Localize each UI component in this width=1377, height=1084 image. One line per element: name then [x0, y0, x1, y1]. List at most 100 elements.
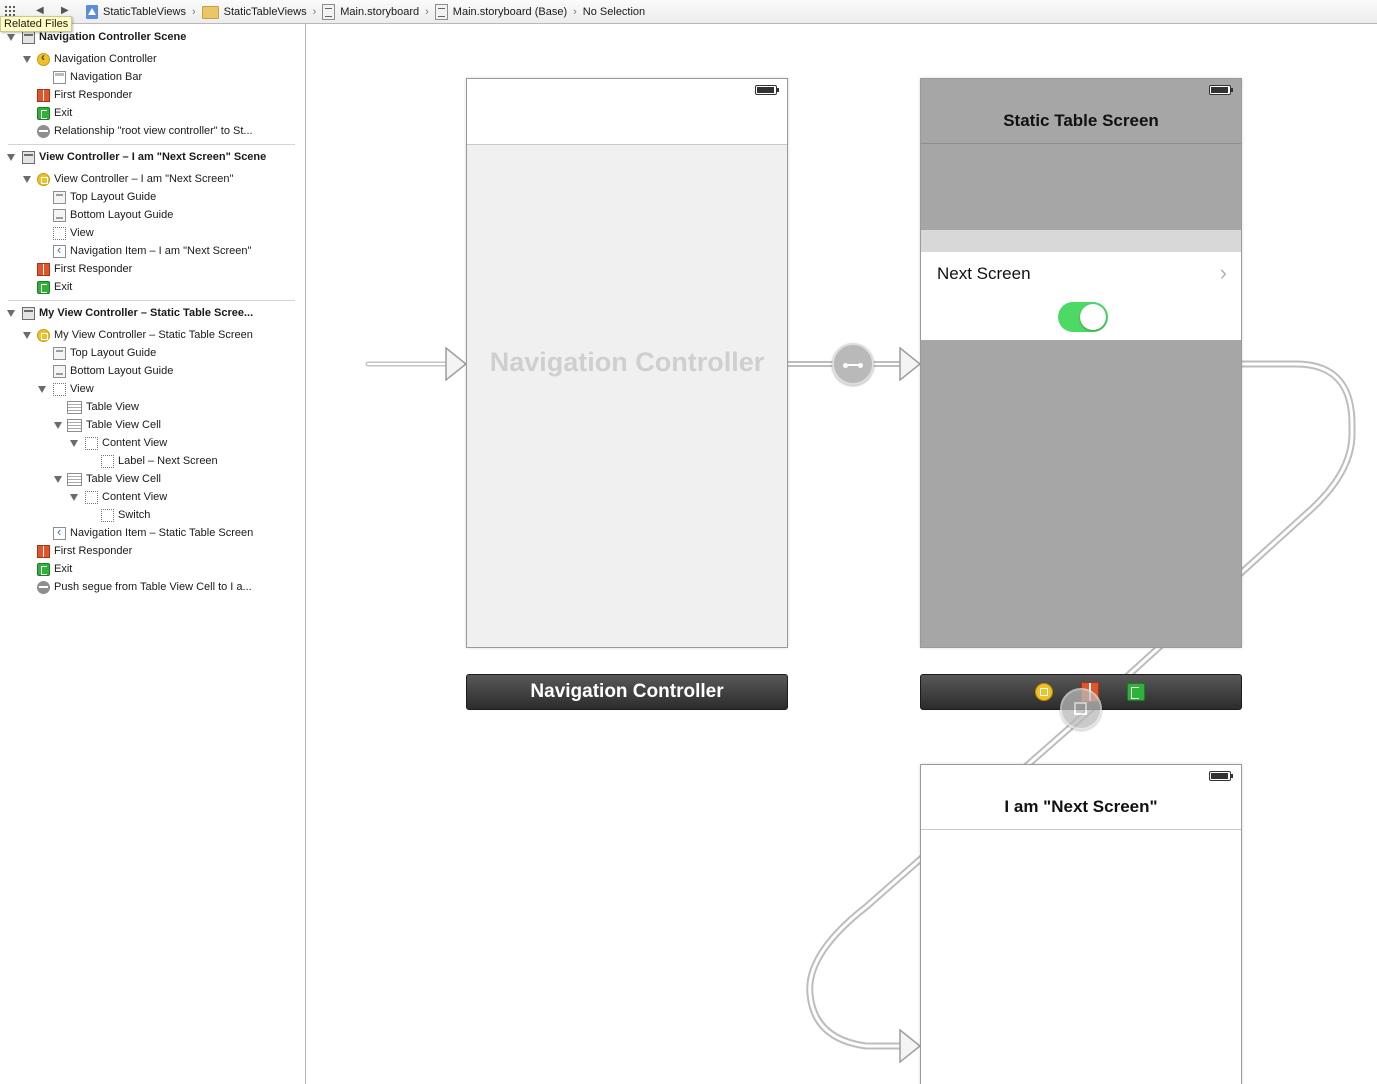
- outline-row[interactable]: Table View Cell: [67, 416, 161, 434]
- outline-row[interactable]: Relationship "root view controller" to S…: [37, 122, 253, 140]
- breadcrumb-item-selection[interactable]: No Selection: [583, 6, 645, 18]
- navigation-bar: [467, 79, 787, 145]
- outline-row-label: Navigation Controller: [54, 53, 157, 65]
- table-cell-next-screen[interactable]: Next Screen ›: [921, 252, 1241, 296]
- outline-row-label: Bottom Layout Guide: [70, 365, 174, 377]
- outline-row[interactable]: View Controller – I am "Next Screen": [37, 170, 233, 188]
- disclosure-triangle-icon[interactable]: [7, 154, 15, 161]
- outline-row[interactable]: Top Layout Guide: [53, 188, 156, 206]
- disclosure-triangle-icon[interactable]: [7, 34, 15, 41]
- outline-row[interactable]: Exit: [37, 560, 72, 578]
- push-segue-icon[interactable]: [1060, 688, 1102, 730]
- breadcrumb: StaticTableViews › StaticTableViews › Ma…: [86, 4, 651, 20]
- battery-icon: [1209, 85, 1233, 95]
- outline-row[interactable]: View: [53, 380, 94, 398]
- exit-icon[interactable]: [1127, 683, 1145, 701]
- switch-icon: [101, 508, 114, 522]
- view-controller-icon: [37, 172, 50, 186]
- outline-row-label: Top Layout Guide: [70, 347, 157, 359]
- navigation-controller-watermark: Navigation Controller: [489, 347, 765, 377]
- outline-row[interactable]: First Responder: [37, 260, 132, 278]
- disclosure-triangle-icon[interactable]: [23, 176, 31, 183]
- outline-row[interactable]: Push segue from Table View Cell to I a..…: [37, 578, 252, 596]
- outline-row-label: Navigation Item – Static Table Screen: [70, 527, 254, 539]
- outline-row-label: Relationship "root view controller" to S…: [54, 125, 253, 137]
- layout-guide-icon: [53, 346, 66, 360]
- relationship-segue-icon[interactable]: [832, 343, 874, 385]
- outline-row[interactable]: View: [53, 224, 94, 242]
- outline-row[interactable]: Navigation Controller: [37, 50, 157, 68]
- outline-row-label: Table View: [86, 401, 139, 413]
- outline-row-label: Top Layout Guide: [70, 191, 157, 203]
- breadcrumb-item-project[interactable]: StaticTableViews: [86, 5, 186, 19]
- back-arrow-icon[interactable]: ◀: [36, 5, 44, 16]
- layout-guide-icon: [53, 190, 66, 204]
- outline-row[interactable]: Table View Cell: [67, 470, 161, 488]
- outline-row-label: First Responder: [54, 89, 133, 101]
- scene-divider: [8, 144, 295, 145]
- outline-scene-row[interactable]: My View Controller – Static Table Scree.…: [22, 304, 253, 322]
- outline-row[interactable]: Navigation Item – I am "Next Screen": [53, 242, 251, 260]
- outline-row[interactable]: Label – Next Screen: [101, 452, 218, 470]
- breadcrumb-item-storyboard-base[interactable]: Main.storyboard (Base): [434, 4, 568, 20]
- disclosure-triangle-icon[interactable]: [54, 422, 62, 429]
- outline-row[interactable]: My View Controller – Static Table Screen: [37, 326, 253, 344]
- static-table-scene[interactable]: Static Table Screen Next Screen ›: [920, 78, 1242, 648]
- breadcrumb-item-group[interactable]: StaticTableViews: [201, 5, 307, 19]
- outline-row[interactable]: Content View: [85, 488, 167, 506]
- disclosure-triangle-icon[interactable]: [23, 332, 31, 339]
- disclosure-triangle-icon[interactable]: [70, 440, 78, 447]
- view-icon: [53, 226, 66, 240]
- outline-row[interactable]: Exit: [37, 278, 72, 296]
- nav-bar-separator: [921, 143, 1241, 144]
- outline-scene-row[interactable]: View Controller – I am "Next Screen" Sce…: [22, 148, 266, 166]
- first-responder-icon: [37, 88, 50, 102]
- exit-icon: [37, 562, 50, 576]
- related-items-icon[interactable]: [4, 5, 17, 16]
- navigation-item-icon: [53, 242, 66, 258]
- nav-title: I am "Next Screen": [1004, 797, 1158, 816]
- navigation-controller-dock[interactable]: Navigation Controller: [466, 674, 788, 710]
- outline-row[interactable]: Bottom Layout Guide: [53, 206, 173, 224]
- toggle-switch[interactable]: [1058, 302, 1108, 332]
- breadcrumb-label: Main.storyboard: [340, 6, 420, 18]
- disclosure-triangle-icon[interactable]: [7, 310, 15, 317]
- outline-row[interactable]: Table View: [67, 398, 139, 416]
- outline-row-label: Navigation Item – I am "Next Screen": [70, 245, 252, 257]
- segue-icon: [37, 124, 50, 138]
- disclosure-triangle-icon[interactable]: [38, 386, 46, 393]
- related-files-tooltip: Related Files: [0, 16, 73, 32]
- breadcrumb-label: No Selection: [582, 6, 646, 18]
- next-screen-scene[interactable]: I am "Next Screen": [920, 764, 1242, 1084]
- outline-row[interactable]: First Responder: [37, 542, 132, 560]
- navigation-bar-icon: [53, 70, 66, 84]
- outline-row[interactable]: Top Layout Guide: [53, 344, 156, 362]
- navigation-controller-scene[interactable]: Navigation Controller: [466, 78, 788, 648]
- disclosure-triangle-icon[interactable]: [70, 494, 78, 501]
- storyboard-canvas[interactable]: Navigation Controller Navigation Control…: [306, 24, 1377, 1084]
- table-view-icon: [67, 400, 82, 414]
- cell-label: Next Screen: [937, 264, 1031, 283]
- outline-row-label: Exit: [54, 563, 73, 575]
- outline-row[interactable]: Switch: [101, 506, 150, 524]
- forward-arrow-icon[interactable]: ▶: [61, 5, 69, 16]
- outline-row-label: Content View: [102, 491, 168, 503]
- scene-icon: [22, 150, 35, 164]
- outline-row[interactable]: First Responder: [37, 86, 132, 104]
- disclosure-triangle-icon[interactable]: [54, 476, 62, 483]
- outline-row-label: Bottom Layout Guide: [70, 209, 174, 221]
- breadcrumb-item-storyboard[interactable]: Main.storyboard: [322, 4, 419, 20]
- outline-row[interactable]: Exit: [37, 104, 72, 122]
- outline-row[interactable]: Content View: [85, 434, 167, 452]
- outline-row[interactable]: Navigation Bar: [53, 68, 142, 86]
- outline-row[interactable]: Navigation Item – Static Table Screen: [53, 524, 253, 542]
- view-controller-icon[interactable]: [1035, 683, 1053, 701]
- first-responder-icon: [37, 544, 50, 558]
- breadcrumb-label: Main.storyboard (Base): [452, 6, 568, 18]
- outline-row-label: Navigation Bar: [70, 71, 143, 83]
- navigation-item-icon: [53, 524, 66, 540]
- table-cell-switch: [921, 296, 1241, 340]
- outline-row[interactable]: Bottom Layout Guide: [53, 362, 173, 380]
- outline-row-label: First Responder: [54, 545, 133, 557]
- disclosure-triangle-icon[interactable]: [23, 56, 31, 63]
